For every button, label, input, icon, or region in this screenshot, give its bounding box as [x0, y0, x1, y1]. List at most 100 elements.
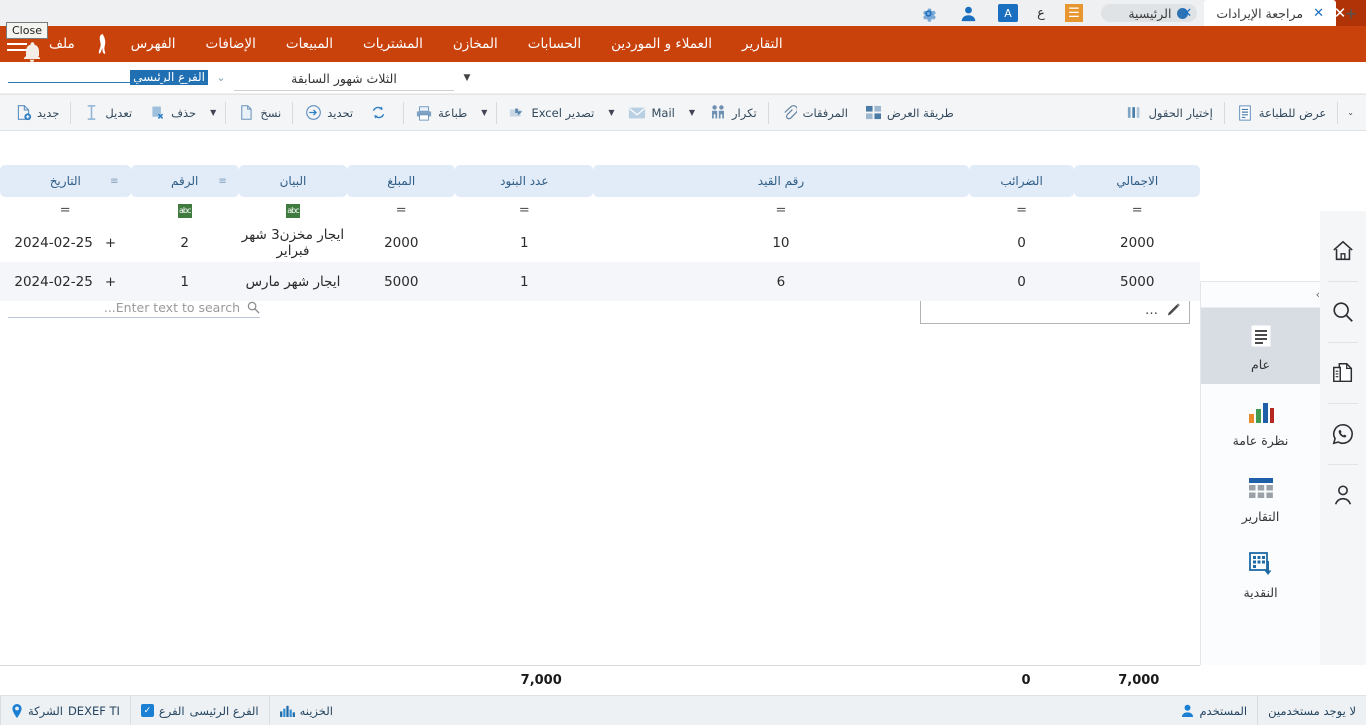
- search-icon-button[interactable]: [1320, 282, 1366, 342]
- taskbar-language-indicator[interactable]: ع: [1028, 0, 1054, 26]
- filter-icon[interactable]: ≡: [218, 176, 226, 187]
- home-icon-button[interactable]: [1320, 221, 1366, 281]
- column-header-entry-number[interactable]: رقم القيد: [593, 165, 968, 197]
- filter-cell-amount[interactable]: =: [347, 197, 455, 223]
- edit-button[interactable]: تعديل: [74, 98, 140, 128]
- panel-item-cash[interactable]: النقدية: [1201, 536, 1320, 612]
- view-mode-button[interactable]: طريقة العرض: [856, 98, 962, 128]
- status-label: الخزينه: [300, 704, 333, 718]
- copy-button[interactable]: نسخ: [229, 98, 289, 128]
- tab-home[interactable]: الرئيسية ✕: [1116, 0, 1204, 26]
- cell-total: 5000: [1074, 262, 1200, 301]
- filter-cell-date[interactable]: =: [0, 197, 131, 223]
- table-row[interactable]: 5000 0 6 1 5000 ايجار شهر مارس 1 2024-02…: [0, 262, 1200, 301]
- column-label: المبلغ: [387, 174, 415, 188]
- inline-edit-box[interactable]: …: [920, 297, 1190, 324]
- taskbar-settings-button[interactable]: [908, 0, 948, 26]
- checkbox-icon: ✓: [141, 704, 154, 717]
- panel-collapse-button[interactable]: ›: [1201, 282, 1320, 308]
- export-dropdown-arrow[interactable]: ▼: [602, 108, 620, 117]
- column-header-total[interactable]: الاجمالي: [1074, 165, 1200, 197]
- menu-item-addons[interactable]: الإضافات: [191, 26, 271, 62]
- status-user[interactable]: المستخدم: [1171, 696, 1258, 725]
- status-company[interactable]: الشركة DEXEF TI: [0, 696, 130, 725]
- whatsapp-icon-button[interactable]: [1320, 404, 1366, 464]
- column-label: البيان: [280, 174, 307, 188]
- menu-item-warehouses[interactable]: المخازن: [438, 26, 513, 62]
- filter-cell-number[interactable]: abc: [131, 197, 239, 223]
- column-header-description[interactable]: البيان: [239, 165, 347, 197]
- print-preview-button[interactable]: عرض للطباعة: [1228, 98, 1335, 128]
- filter-cell-entry-number[interactable]: =: [593, 197, 968, 223]
- filter-cell-items-count[interactable]: =: [455, 197, 593, 223]
- export-excel-button[interactable]: تصدير Excel: [500, 98, 602, 128]
- delete-dropdown-arrow[interactable]: ▼: [204, 108, 222, 117]
- status-branch[interactable]: ✓ الفرع الفرع الرئيسى: [130, 696, 269, 725]
- menu-item-customers-suppliers[interactable]: العملاء و الموردين: [596, 26, 727, 62]
- new-button[interactable]: جديد: [6, 98, 67, 128]
- filter-icon[interactable]: ≡: [110, 176, 118, 187]
- refresh-button[interactable]: [361, 98, 400, 128]
- menu-item-reports[interactable]: التقارير: [727, 26, 798, 62]
- search-box[interactable]: Enter text to search...: [8, 298, 260, 318]
- abc-filter-icon[interactable]: abc: [286, 204, 300, 218]
- menu-item-accounts[interactable]: الحسابات: [513, 26, 596, 62]
- select-button[interactable]: تحديد: [296, 98, 361, 128]
- notification-bell-icon: [20, 40, 44, 64]
- choose-fields-button[interactable]: إختيار الحقول: [1118, 98, 1221, 128]
- close-icon[interactable]: ✕: [1181, 6, 1192, 21]
- menu-item-index[interactable]: الفهرس: [116, 26, 191, 62]
- cell-description: ايجار مخزن3 شهر فبراير: [239, 223, 347, 262]
- duplicate-icon: [709, 104, 727, 122]
- status-value: DEXEF TI: [68, 704, 120, 718]
- panel-item-general[interactable]: عام: [1201, 308, 1320, 384]
- column-label: الضرائب: [1000, 174, 1042, 188]
- status-label: الشركة: [28, 704, 63, 718]
- row-expander-icon[interactable]: +: [105, 235, 116, 251]
- column-header-tax[interactable]: الضرائب: [969, 165, 1075, 197]
- menu-item-sales[interactable]: المبيعات: [271, 26, 348, 62]
- print-button[interactable]: طباعة: [407, 98, 475, 128]
- taskbar-translate-button[interactable]: A: [988, 0, 1028, 26]
- print-dropdown-arrow[interactable]: ▼: [475, 108, 493, 117]
- taskbar-notes-button[interactable]: ☰: [1054, 0, 1094, 26]
- status-treasury[interactable]: الخزينه: [269, 696, 343, 725]
- column-header-number[interactable]: الرقم≡: [131, 165, 239, 197]
- new-tab-button[interactable]: +: [1336, 0, 1366, 26]
- user-icon-button[interactable]: [1320, 465, 1366, 525]
- column-header-date[interactable]: التاريخ≡: [0, 165, 131, 197]
- panel-item-overview[interactable]: نظرة عامة: [1201, 384, 1320, 460]
- toolbar-overflow-button[interactable]: ⌄: [1341, 108, 1360, 117]
- toolbar-label: طريقة العرض: [887, 106, 954, 120]
- close-icon[interactable]: ✕: [1313, 6, 1324, 21]
- data-grid: الاجمالي الضرائب رقم القيد عدد البنود ال…: [0, 165, 1200, 301]
- cell-items-count: 1: [455, 262, 593, 301]
- branch-selector[interactable]: الفرع الرئيسي: [8, 70, 208, 85]
- refresh-icon: [369, 104, 387, 122]
- treasury-icon: [280, 704, 295, 717]
- abc-filter-icon[interactable]: abc: [178, 204, 192, 218]
- table-row[interactable]: 2000 0 10 1 2000 ايجار مخزن3 شهر فبراير …: [0, 223, 1200, 262]
- delete-button[interactable]: حذف: [140, 98, 204, 128]
- row-expander-icon[interactable]: +: [105, 274, 116, 290]
- filter-cell-tax[interactable]: =: [969, 197, 1075, 223]
- mail-dropdown-arrow[interactable]: ▼: [683, 108, 701, 117]
- menu-item-purchases[interactable]: المشتريات: [348, 26, 438, 62]
- column-header-amount[interactable]: المبلغ: [347, 165, 455, 197]
- taskbar-account-button[interactable]: [948, 0, 988, 26]
- documents-icon-button[interactable]: [1320, 343, 1366, 403]
- chevron-down-icon[interactable]: ▼: [454, 73, 480, 83]
- arabic-language-icon: ع: [1037, 6, 1045, 21]
- attachments-button[interactable]: المرفقات: [772, 98, 856, 128]
- panel-item-reports[interactable]: التقارير: [1201, 460, 1320, 536]
- duplicate-button[interactable]: تكرار: [701, 98, 765, 128]
- mail-button[interactable]: Mail: [620, 98, 682, 128]
- period-selector[interactable]: الثلاث شهور السابقة: [234, 68, 454, 87]
- filter-cell-description[interactable]: abc: [239, 197, 347, 223]
- search-input[interactable]: Enter text to search...: [8, 300, 240, 315]
- filter-cell-total[interactable]: =: [1074, 197, 1200, 223]
- chevron-down-icon[interactable]: ⌄: [208, 71, 234, 84]
- view-mode-icon: [864, 104, 882, 122]
- tab-revenue-review[interactable]: مراجعة الإيرادات ✕: [1204, 0, 1336, 26]
- column-header-items-count[interactable]: عدد البنود: [455, 165, 593, 197]
